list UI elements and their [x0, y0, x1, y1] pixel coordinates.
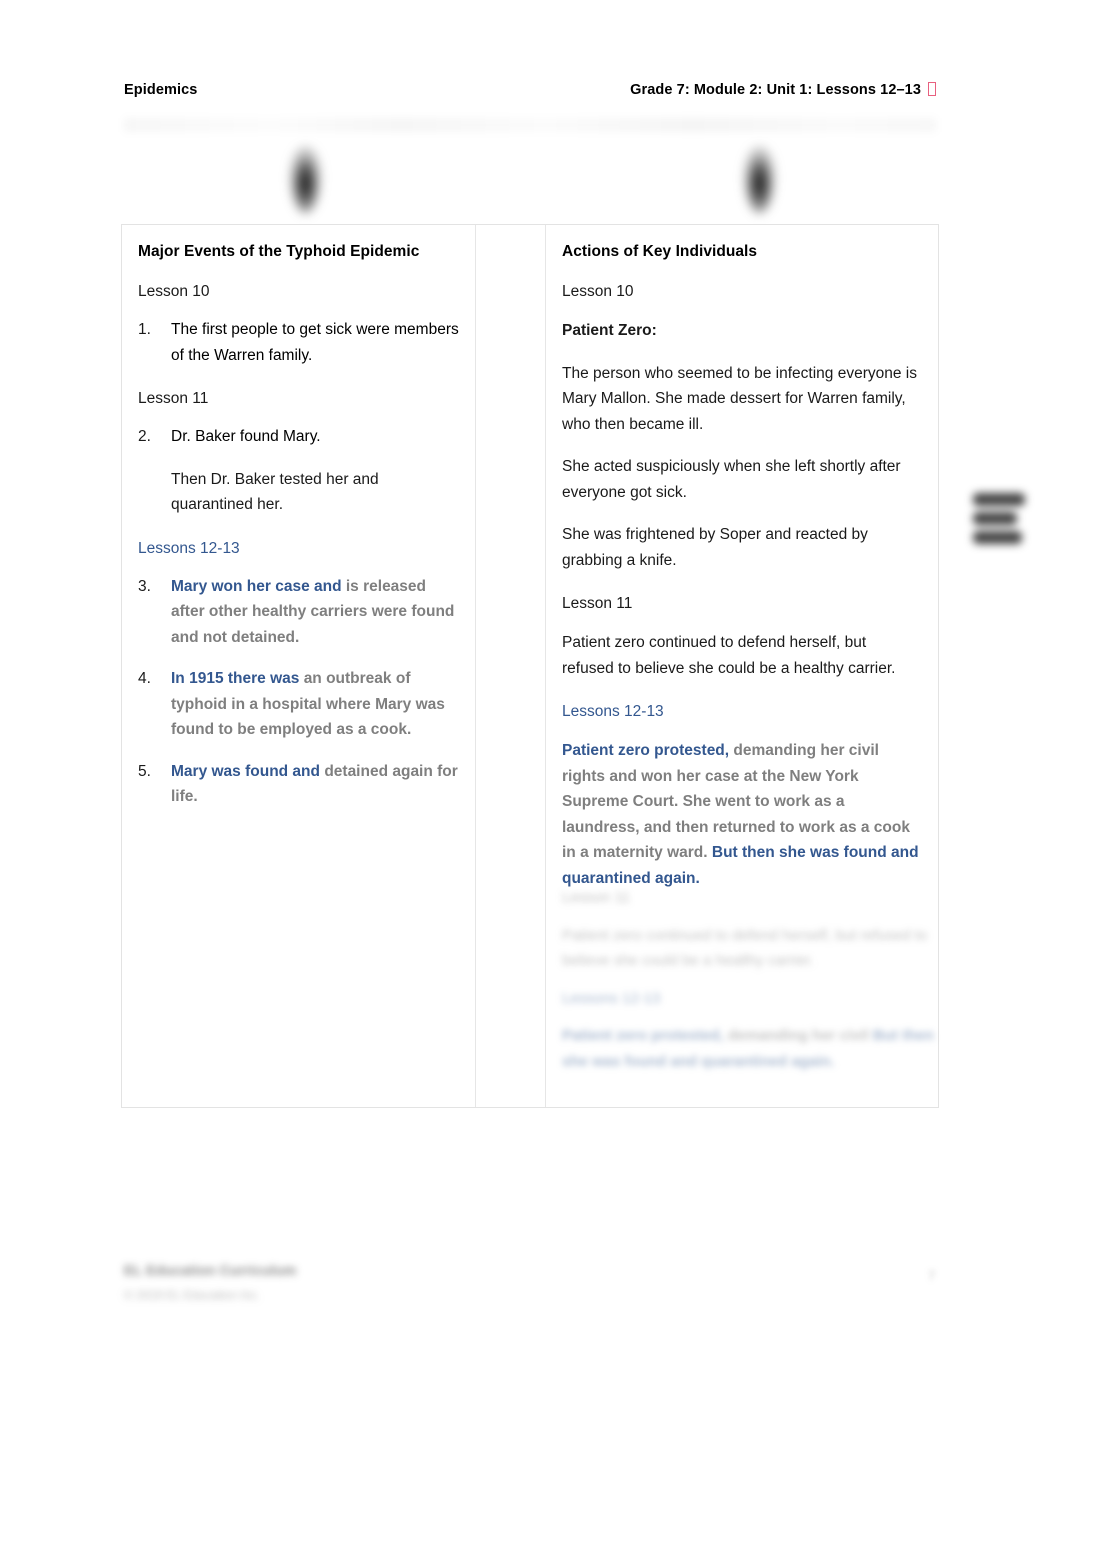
lesson-label-12-13-right: Lessons 12-13 [562, 703, 664, 720]
lesson-label-11-left: Lesson 11 [138, 390, 209, 407]
event-text-3: Mary won her case and is released after … [171, 574, 459, 651]
event-number-4: 4. [138, 670, 151, 687]
header-right-group: Grade 7: Module 2: Unit 1: Lessons 12–13 [630, 80, 936, 98]
ghost-lessons-label: Lessons 12-13 [562, 989, 661, 1007]
event-item-3: 3. Mary won her case and is released aft… [138, 574, 459, 651]
lessons-12-13-revision-1: Patient zero protested, [562, 742, 734, 759]
event-text-2: Dr. Baker found Mary. [171, 428, 321, 445]
table-column-major-events: Major Events of the Typhoid Epidemic Les… [122, 225, 476, 1107]
column-title-key-individuals: Actions of Key Individuals [562, 243, 758, 260]
ghost-bar-1 [973, 493, 1025, 506]
event-number-2: 2. [138, 428, 151, 445]
ghost-bar-3 [973, 531, 1022, 544]
event-text-1: The first people to get sick were member… [171, 321, 459, 364]
event-number-3: 3. [138, 577, 151, 595]
ghost-paragraph: Patient zero continued to defend herself… [562, 926, 928, 970]
event-item-1: 1. The first people to get sick were mem… [138, 317, 459, 368]
event-item-5: 5. Mary was found and detained again for… [138, 759, 459, 810]
ghost-overlay-block: Lesson 11 Patient zero continued to defe… [562, 885, 942, 1074]
ghost-revision-line: Patient zero protested, demanding her ci… [562, 1023, 942, 1074]
document-page: Epidemics Grade 7: Module 2: Unit 1: Les… [0, 0, 1101, 1558]
header-left-title: Epidemics [124, 82, 198, 98]
event-text-5: Mary was found and detained again for li… [171, 759, 459, 810]
lesson-label-10-left: Lesson 10 [138, 283, 210, 300]
patient-zero-paragraph-1: The person who seemed to be infecting ev… [562, 364, 917, 433]
header-right-title: Grade 7: Module 2: Unit 1: Lessons 12–13 [630, 82, 921, 98]
document-footer: EL Education Curriculum © 2019 EL Educat… [124, 1262, 884, 1302]
footer-line-1: EL Education Curriculum [124, 1262, 297, 1278]
patient-zero-heading: Patient Zero: [562, 322, 657, 339]
event-text-5-revision: Mary was found and [171, 762, 325, 780]
patient-zero-paragraph-3: She was frightened by Soper and reacted … [562, 526, 868, 569]
ghost-text-band [124, 118, 936, 132]
lesson-11-paragraph: Patient zero continued to defend herself… [562, 634, 896, 677]
lesson-label-11-right: Lesson 11 [562, 595, 633, 612]
event-item-4: 4. In 1915 there was an outbreak of typh… [138, 666, 459, 743]
running-header: Epidemics Grade 7: Module 2: Unit 1: Les… [124, 80, 936, 98]
ghost-revision-gray: demanding her civil [727, 1027, 869, 1044]
event-number-1: 1. [138, 321, 151, 338]
ghost-lesson-label: Lesson 11 [562, 889, 631, 906]
table-column-spacer [476, 225, 1025, 1107]
event-item-2: 2. Dr. Baker found Mary. [138, 424, 459, 450]
footer-page-number: 7 [928, 1268, 936, 1283]
patient-zero-paragraph-2: She acted suspiciously when she left sho… [562, 458, 901, 501]
event-text-4: In 1915 there was an outbreak of typhoid… [171, 666, 459, 743]
ghost-bar-2 [973, 512, 1017, 525]
ghost-revision-blue-1: Patient zero protested, [562, 1027, 724, 1044]
column-title-major-events: Major Events of the Typhoid Epidemic [138, 243, 420, 260]
ghost-blob-right [743, 146, 776, 214]
lessons-12-13-paragraph: Patient zero protested, demanding her ci… [562, 738, 922, 891]
event-subtext-2: Then Dr. Baker tested her and quarantine… [171, 470, 379, 514]
ghost-bars-artifact [973, 491, 1031, 547]
lesson-label-10-right: Lesson 10 [562, 283, 634, 300]
anchor-chart-table: Major Events of the Typhoid Epidemic Les… [121, 224, 1025, 1108]
table-column-key-individuals: Actions of Key Individuals Lesson 10 Pat… [546, 225, 938, 1107]
ghost-blob-left [289, 146, 322, 214]
lesson-label-12-13-left: Lessons 12-13 [138, 539, 240, 557]
event-text-3-revision: Mary won her case and [171, 577, 346, 595]
event-text-4-revision: In 1915 there was [171, 670, 304, 687]
footer-line-2: © 2019 EL Education Inc. [124, 1288, 260, 1302]
missing-character-box-icon [928, 82, 936, 96]
event-number-5: 5. [138, 762, 151, 780]
